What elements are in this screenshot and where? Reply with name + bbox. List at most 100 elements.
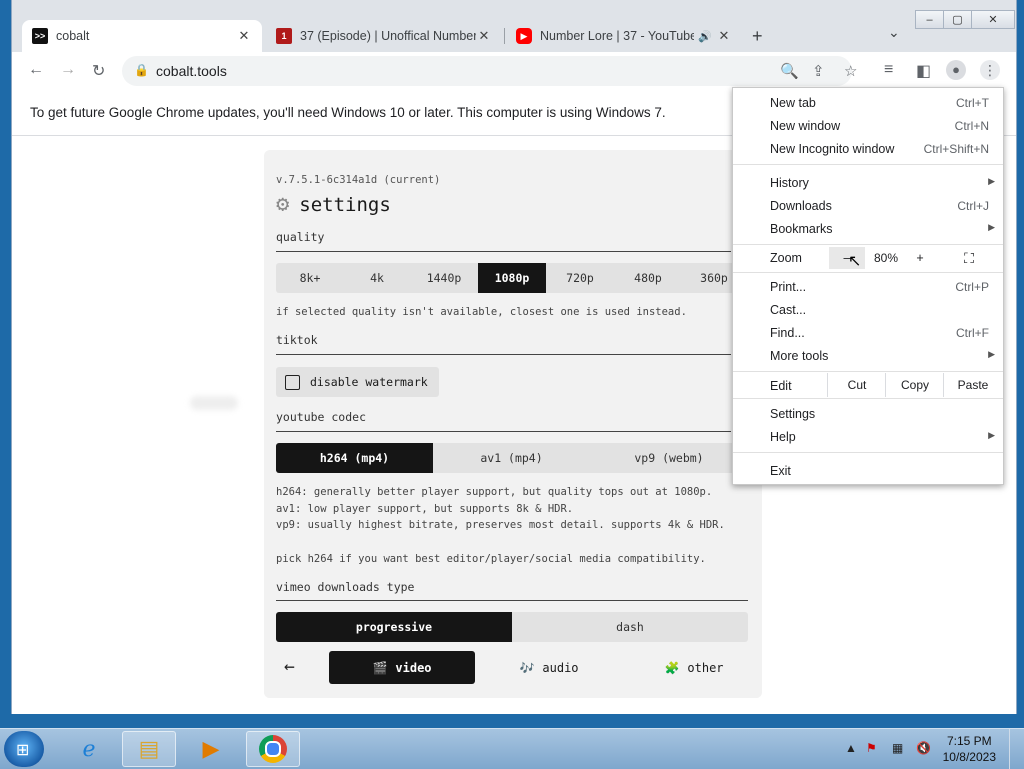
clock-date: 10/8/2023	[942, 750, 996, 764]
menu-item-incognito[interactable]: New Incognito window Ctrl+Shift+N	[733, 138, 1003, 160]
minimize-button[interactable]: –	[915, 10, 944, 29]
menu-separator	[733, 452, 1003, 453]
paste-button[interactable]: Paste	[943, 373, 1002, 397]
chrome-logo-icon	[259, 735, 287, 763]
tab-video[interactable]: 🎬 video	[329, 651, 475, 684]
network-icon[interactable]: ▦	[892, 741, 903, 755]
quality-option-1080p[interactable]: 1080p	[478, 263, 546, 293]
lock-icon[interactable]: 🔒	[134, 63, 149, 77]
speaker-icon[interactable]: 🔊	[698, 30, 712, 43]
show-desktop-button[interactable]	[1009, 729, 1024, 769]
settings-tab-bar: ← 🎬 video 🎶 audio 🧩 other	[264, 642, 762, 698]
file-explorer-icon[interactable]: ▤	[122, 731, 176, 767]
menu-item-print[interactable]: Print... Ctrl+P	[733, 276, 1003, 298]
chrome-taskbar-icon[interactable]	[246, 731, 300, 767]
system-clock[interactable]: 7:15 PM 10/8/2023	[943, 733, 996, 765]
start-button[interactable]: ⊞	[4, 731, 44, 767]
menu-item-history[interactable]: History ▶	[733, 172, 1003, 194]
divider	[276, 600, 748, 601]
new-tab-button[interactable]: +	[752, 26, 763, 47]
menu-separator	[733, 244, 1003, 245]
youtube-favicon-icon: ▶	[516, 28, 532, 44]
codec-note-h264: h264: generally better player support, b…	[276, 486, 713, 498]
volume-icon[interactable]: 🔇	[916, 741, 931, 755]
menu-item-downloads[interactable]: Downloads Ctrl+J	[733, 195, 1003, 217]
tab-title: Number Lore | 37 - YouTube	[540, 29, 695, 43]
quality-option-1440p[interactable]: 1440p	[410, 263, 478, 293]
codec-option-av1[interactable]: av1 (mp4)	[433, 443, 590, 473]
forward-icon[interactable]: →	[60, 61, 76, 79]
vimeo-option-progressive[interactable]: progressive	[276, 612, 512, 642]
tab-other[interactable]: 🧩 other	[634, 651, 754, 684]
tab-divider	[504, 28, 505, 44]
tab-cobalt[interactable]: >> cobalt ✕	[22, 20, 262, 52]
copy-button[interactable]: Copy	[885, 373, 944, 397]
close-tab-icon[interactable]: ✕	[476, 28, 492, 44]
menu-item-find[interactable]: Find... Ctrl+F	[733, 322, 1003, 344]
menu-item-help[interactable]: Help ▶	[733, 426, 1003, 448]
quality-option-720p[interactable]: 720p	[546, 263, 614, 293]
share-icon[interactable]: ⇪	[812, 62, 825, 80]
close-window-button[interactable]: ✕	[971, 10, 1015, 29]
zoom-label: Zoom	[770, 251, 802, 265]
back-icon[interactable]: ←	[28, 61, 44, 79]
checkbox-icon[interactable]	[285, 374, 300, 390]
close-tab-icon[interactable]: ✕	[236, 28, 252, 44]
menu-item-settings[interactable]: Settings	[733, 403, 1003, 425]
menu-item-new-window[interactable]: New window Ctrl+N	[733, 115, 1003, 137]
quality-option-8k[interactable]: 8k+	[276, 263, 344, 293]
tray-overflow-icon[interactable]: ▲	[845, 741, 857, 755]
tab-title: cobalt	[56, 29, 90, 43]
submenu-arrow-icon: ▶	[988, 349, 995, 359]
chrome-main-menu: New tab Ctrl+T New window Ctrl+N New Incog…	[732, 87, 1004, 485]
menu-item-bookmarks[interactable]: Bookmarks ▶	[733, 218, 1003, 240]
quality-note: if selected quality isn't available, clo…	[276, 306, 687, 318]
codec-option-h264[interactable]: h264 (mp4)	[276, 443, 433, 473]
windows-logo-icon: ⊞	[16, 742, 30, 759]
zoom-in-button[interactable]: +	[907, 247, 933, 269]
vimeo-option-dash[interactable]: dash	[512, 612, 748, 642]
menu-item-exit[interactable]: Exit	[733, 460, 1003, 482]
reload-icon[interactable]: ↻	[92, 61, 105, 81]
codec-selector: h264 (mp4) av1 (mp4) vp9 (webm)	[276, 443, 748, 473]
disable-watermark-toggle[interactable]: disable watermark	[276, 367, 439, 397]
menu-item-more-tools[interactable]: More tools ▶	[733, 345, 1003, 367]
submenu-arrow-icon: ▶	[988, 176, 995, 186]
blocks-icon: 🧩	[664, 660, 680, 675]
tab-episode[interactable]: 1 37 (Episode) | Unoffical Number Lore ✕	[266, 20, 502, 52]
url-text[interactable]: cobalt.tools	[156, 63, 227, 79]
codec-option-vp9[interactable]: vp9 (webm)	[590, 443, 748, 473]
quality-option-480p[interactable]: 480p	[614, 263, 682, 293]
side-panel-icon[interactable]: ◧	[916, 61, 931, 81]
tab-video-label: video	[395, 660, 432, 675]
vimeo-label: vimeo downloads type	[276, 580, 415, 594]
cobalt-favicon-icon: >>	[32, 28, 48, 44]
divider	[276, 251, 731, 252]
tab-strip: >> cobalt ✕ 1 37 (Episode) | Unoffical N…	[12, 0, 1016, 52]
codec-note-recommendation: pick h264 if you want best editor/player…	[276, 552, 706, 565]
menu-item-cast[interactable]: Cast...	[733, 299, 1003, 321]
maximize-button[interactable]: ▢	[943, 10, 972, 29]
tab-search-button[interactable]: ⌄	[888, 24, 900, 41]
address-bar[interactable]: 🔒 cobalt.tools 🔍 ⇪ ☆	[122, 56, 857, 86]
tab-youtube[interactable]: ▶ Number Lore | 37 - YouTube 🔊 ✕	[506, 20, 742, 52]
tab-audio[interactable]: 🎶 audio	[489, 651, 609, 684]
media-control-icon[interactable]: ≡	[884, 61, 893, 79]
media-player-icon[interactable]: ▶	[184, 731, 238, 767]
fullscreen-icon[interactable]: ⛶	[953, 247, 985, 269]
profile-avatar-icon[interactable]: ●	[946, 60, 966, 80]
menu-item-new-tab[interactable]: New tab Ctrl+T	[733, 92, 1003, 114]
music-note-icon: 🎶	[519, 660, 535, 675]
kebab-menu-icon[interactable]: ⋮	[980, 60, 1000, 80]
submenu-arrow-icon: ▶	[988, 222, 995, 232]
quality-label: quality	[276, 230, 325, 244]
cut-button[interactable]: Cut	[827, 373, 886, 397]
zoom-icon[interactable]: 🔍	[780, 62, 799, 80]
action-center-icon[interactable]: ⚑	[866, 741, 877, 755]
quality-option-4k[interactable]: 4k	[344, 263, 410, 293]
back-arrow-icon[interactable]: ←	[284, 656, 295, 677]
close-tab-icon[interactable]: ✕	[716, 28, 732, 44]
internet-explorer-icon[interactable]: ℯ	[62, 731, 116, 767]
bookmark-star-icon[interactable]: ☆	[844, 62, 857, 80]
settings-title: ⚙ settings	[276, 192, 391, 217]
